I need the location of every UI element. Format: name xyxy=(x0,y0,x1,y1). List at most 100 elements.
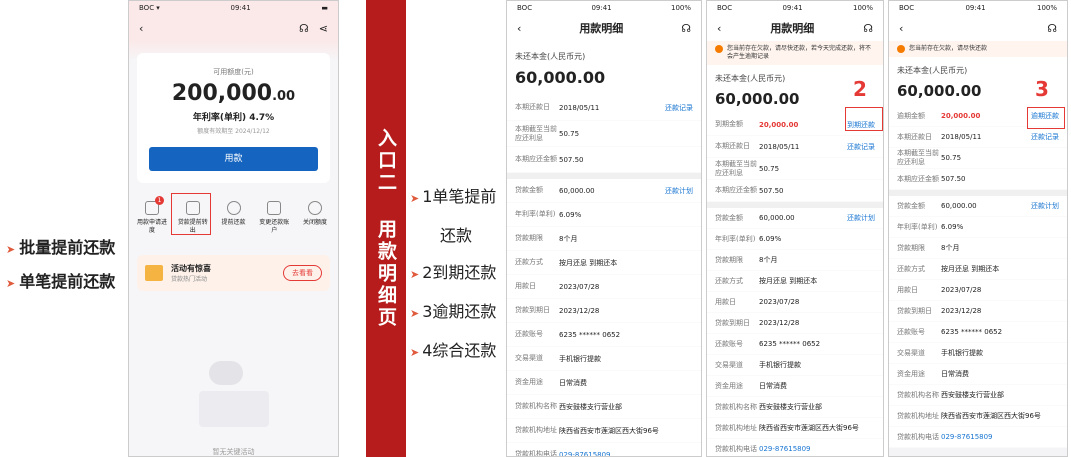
headset-icon[interactable]: ☊ xyxy=(299,22,309,35)
detail-row: 本期截至当前应还利息 50.75 xyxy=(507,121,701,147)
row-label: 贷款到期日 xyxy=(715,318,750,327)
row-action-link[interactable]: 还款计划 xyxy=(665,186,693,196)
row-value: 2023/12/28 xyxy=(559,306,600,315)
row-label: 贷款期限 xyxy=(897,243,925,252)
quick-change-account[interactable]: 变更还款账户 xyxy=(257,201,291,235)
row-value: 20,000.00 xyxy=(759,120,799,129)
row-value: 2018/05/11 xyxy=(941,133,982,141)
row-label: 还款账号 xyxy=(715,339,743,348)
row-label: 贷款机构电话 xyxy=(897,432,939,441)
detail-row: 本期截至当前应还利息 50.75 xyxy=(889,148,1067,169)
detail-row: 本期还款日 2018/05/11 还款记录 xyxy=(889,127,1067,148)
row-value: 陕西省西安市莲湖区西大街96号 xyxy=(941,412,1041,420)
row-label: 用款日 xyxy=(515,282,536,290)
detail-row: 贷款机构地址 陕西省西安市莲湖区西大街96号 xyxy=(707,418,883,439)
detail-row: 贷款机构地址 陕西省西安市莲湖区西大街96号 xyxy=(507,419,701,443)
detail-row: 贷款机构名称 西安鼓楼支行营业部 xyxy=(889,385,1067,406)
detail-row: 年利率(单利) 6.09% xyxy=(507,203,701,227)
row-value: 手机银行提款 xyxy=(759,361,801,369)
back-icon[interactable]: ‹ xyxy=(517,22,521,35)
limit-amount: 200,000.00 xyxy=(171,81,296,106)
row-label: 贷款金额 xyxy=(715,213,743,222)
row-value: 6235 ****** 0652 xyxy=(559,330,621,339)
row-action-link[interactable]: 还款计划 xyxy=(1031,201,1059,211)
quick-close[interactable]: 关闭额度 xyxy=(298,201,332,235)
clock-icon xyxy=(226,201,241,215)
row-action-link[interactable]: 还款计划 xyxy=(847,213,875,223)
row-label: 本期应还金额 xyxy=(897,174,939,183)
row-label: 贷款金额 xyxy=(897,201,925,210)
alert-icon xyxy=(715,45,723,53)
row-action-link[interactable]: 还款记录 xyxy=(1031,132,1059,142)
row-label: 贷款机构名称 xyxy=(715,402,757,411)
back-icon[interactable]: ‹ xyxy=(139,22,143,35)
detail-row: 贷款机构电话 029-87615809 xyxy=(889,427,1067,448)
detail-row: 贷款到期日 2023/12/28 xyxy=(507,299,701,323)
promo-button[interactable]: 去看看 xyxy=(283,265,322,281)
row-value: 6.09% xyxy=(559,210,582,219)
row-value: 029-87615809 xyxy=(559,450,611,457)
row-label: 年利率(单利) xyxy=(515,210,556,218)
status-bar: BOC ▾ 09:41 ▬ xyxy=(129,1,338,15)
row-value: 2023/07/28 xyxy=(759,298,800,306)
row-label: 贷款金额 xyxy=(515,186,543,194)
row-label: 贷款机构电话 xyxy=(715,444,757,453)
phone-home-screen: BOC ▾ 09:41 ▬ ‹ ☊ ⋖ 可用额度(元) 200,000.00 年利率(… xyxy=(128,0,339,457)
nav-bar: ‹ ☊ ⋖ xyxy=(129,15,338,41)
detail-row: 资金用途 日常消费 xyxy=(889,364,1067,385)
headset-icon[interactable]: ☊ xyxy=(1047,22,1057,35)
row-label: 贷款到期日 xyxy=(515,306,550,314)
row-label: 还款方式 xyxy=(715,276,743,285)
gift-icon xyxy=(145,265,163,281)
highlight-box xyxy=(171,193,211,235)
detail-row: 还款账号 6235 ****** 0652 xyxy=(507,323,701,347)
back-icon[interactable]: ‹ xyxy=(899,22,903,35)
row-label: 贷款机构地址 xyxy=(897,411,939,420)
row-label: 贷款机构电话 xyxy=(515,450,557,457)
row-value: 日常消费 xyxy=(759,382,787,390)
row-value: 507.50 xyxy=(559,155,584,164)
row-label: 逾期金额 xyxy=(897,111,925,120)
row-label: 年利率(单利) xyxy=(897,222,938,231)
row-action-link[interactable]: 还款记录 xyxy=(847,142,875,152)
row-value: 029-87615809 xyxy=(941,433,993,441)
share-icon[interactable]: ⋖ xyxy=(319,22,328,35)
row-value: 2018/05/11 xyxy=(759,142,800,151)
row-value: 507.50 xyxy=(759,186,784,195)
headset-icon[interactable]: ☊ xyxy=(681,22,691,35)
detail-row: 年利率(单利) 6.09% xyxy=(707,229,883,250)
row-value: 029-87615809 xyxy=(759,445,811,453)
row-action-link[interactable]: 还款记录 xyxy=(665,103,693,113)
quick-progress[interactable]: 1 用款申请进度 xyxy=(135,196,169,235)
row-value: 6235 ****** 0652 xyxy=(759,340,821,348)
promo-banner[interactable]: 活动有惊喜 贷款热门活动 去看看 xyxy=(137,255,330,291)
row-label: 贷款到期日 xyxy=(897,306,932,315)
highlight-box xyxy=(1027,107,1065,129)
detail-row: 本期截至当前应还利息 50.75 xyxy=(707,158,883,180)
back-icon[interactable]: ‹ xyxy=(717,22,721,35)
alert-icon xyxy=(897,45,905,53)
row-value: 50.75 xyxy=(941,154,962,162)
detail-row: 贷款金额 60,000.00 还款计划 xyxy=(507,179,701,203)
empty-text: 暂无关键活动 xyxy=(212,448,255,456)
row-label: 还款账号 xyxy=(897,327,925,336)
quick-prepay[interactable]: 提前还款 xyxy=(217,201,251,235)
row-value: 2023/07/28 xyxy=(559,282,600,291)
row-value: 日常消费 xyxy=(559,378,587,387)
page-title: 用款明细 xyxy=(579,22,624,35)
headset-icon[interactable]: ☊ xyxy=(863,22,873,35)
use-loan-button[interactable]: 用款 xyxy=(149,147,318,171)
detail-row: 贷款期限 8个月 xyxy=(707,250,883,271)
phone-detail-prepay: BOC 09:41 100% ‹ 用款明细 ☊ 未还本金(人民币元) 60,000.00… xyxy=(506,0,702,457)
row-label: 本期还款日 xyxy=(515,103,550,111)
quick-icons: 1 用款申请进度 贷款提前转出 提前还款 变更还款账户 关闭额度 xyxy=(135,196,332,235)
row-value: 507.50 xyxy=(941,175,966,183)
detail-row: 还款账号 6235 ****** 0652 xyxy=(889,322,1067,343)
detail-row: 本期还款日 2018/05/11 还款记录 xyxy=(507,95,701,121)
row-value: 按月还息 到期还本 xyxy=(759,277,818,285)
left-bullet: ➤ 批量提前还款 xyxy=(6,238,116,257)
row-label: 贷款机构名称 xyxy=(897,390,939,399)
row-label: 本期应还金额 xyxy=(715,186,757,194)
phone-detail-due: BOC 09:41 100% ‹ 用款明细 ☊ 您当前存在欠款，请尽快还款，若今天完成还… xyxy=(706,0,884,457)
row-label: 本期截至当前应还利息 xyxy=(897,149,939,166)
